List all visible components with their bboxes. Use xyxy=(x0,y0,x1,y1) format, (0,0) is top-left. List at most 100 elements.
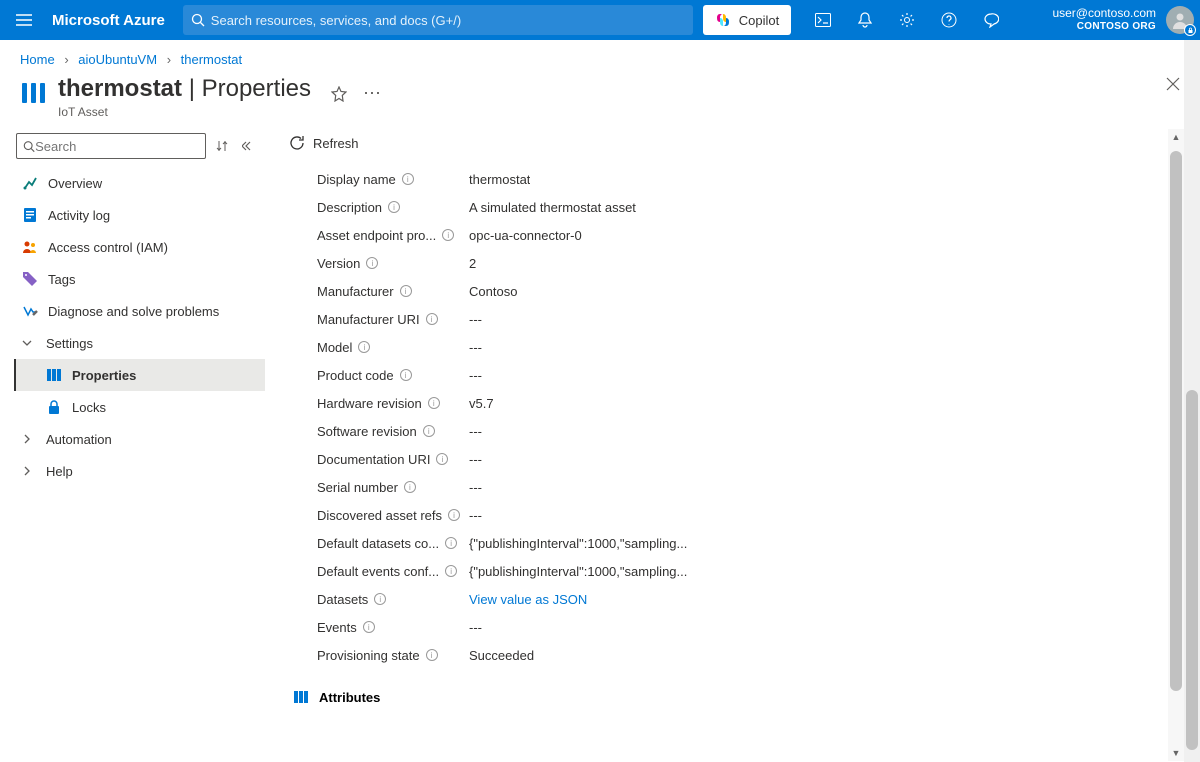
property-row: Default events conf...i{"publishingInter… xyxy=(317,557,1200,585)
property-row: Serial numberi--- xyxy=(317,473,1200,501)
property-value: --- xyxy=(469,340,482,355)
info-icon[interactable]: i xyxy=(445,565,457,577)
collapse-nav-button[interactable] xyxy=(238,137,258,155)
info-icon[interactable]: i xyxy=(358,341,370,353)
info-icon[interactable]: i xyxy=(428,397,440,409)
nav-tags[interactable]: Tags xyxy=(16,263,265,295)
user-text-block: user@contoso.com CONTOSO ORG xyxy=(1052,7,1156,32)
nav-group-label: Settings xyxy=(46,336,93,351)
property-row: Eventsi--- xyxy=(317,613,1200,641)
more-menu-button[interactable]: ⋯ xyxy=(363,83,382,104)
nav-group-help[interactable]: Help xyxy=(16,455,265,487)
outer-scrollbar-thumb[interactable] xyxy=(1186,390,1198,750)
property-label: Serial numberi xyxy=(317,480,469,495)
user-account[interactable]: user@contoso.com CONTOSO ORG xyxy=(1052,6,1200,34)
star-icon[interactable] xyxy=(331,86,347,102)
global-search[interactable] xyxy=(183,5,693,35)
property-row: Default datasets co...i{"publishingInter… xyxy=(317,529,1200,557)
chevron-down-icon xyxy=(22,338,36,348)
breadcrumb-item[interactable]: thermostat xyxy=(181,52,242,67)
inner-scrollbar-track[interactable]: ▲ ▼ xyxy=(1168,129,1184,761)
properties-icon xyxy=(46,367,62,383)
info-icon[interactable]: i xyxy=(448,509,460,521)
attributes-section-header: Attributes xyxy=(265,669,1200,705)
inner-scrollbar-thumb[interactable] xyxy=(1170,151,1182,691)
property-value: --- xyxy=(469,480,482,495)
property-value: 2 xyxy=(469,256,476,271)
info-icon[interactable]: i xyxy=(426,649,438,661)
nav-locks[interactable]: Locks xyxy=(16,391,265,423)
top-icon-group xyxy=(803,0,1011,40)
breadcrumb-item[interactable]: Home xyxy=(20,52,55,67)
nav-access-control[interactable]: Access control (IAM) xyxy=(16,231,265,263)
info-icon[interactable]: i xyxy=(402,173,414,185)
property-row: Versioni2 xyxy=(317,249,1200,277)
help-button[interactable] xyxy=(929,0,969,40)
info-icon[interactable]: i xyxy=(436,453,448,465)
property-label: Discovered asset refsi xyxy=(317,508,469,523)
info-icon[interactable]: i xyxy=(445,537,457,549)
nav-search-input[interactable] xyxy=(35,139,199,154)
global-search-input[interactable] xyxy=(205,13,685,28)
user-email: user@contoso.com xyxy=(1052,7,1156,21)
top-bar: Microsoft Azure Copilot user@contoso.com… xyxy=(0,0,1200,40)
property-value: --- xyxy=(469,368,482,383)
sort-button[interactable] xyxy=(212,136,232,156)
property-label: Product codei xyxy=(317,368,469,383)
nav-properties[interactable]: Properties xyxy=(14,359,265,391)
info-icon[interactable]: i xyxy=(426,313,438,325)
info-icon[interactable]: i xyxy=(423,425,435,437)
iot-asset-icon xyxy=(20,79,48,107)
outer-scrollbar-track[interactable] xyxy=(1184,40,1200,762)
info-icon[interactable]: i xyxy=(400,285,412,297)
info-icon[interactable]: i xyxy=(404,481,416,493)
notifications-button[interactable] xyxy=(845,0,885,40)
close-icon[interactable] xyxy=(1166,77,1180,91)
property-value: --- xyxy=(469,620,482,635)
info-icon[interactable]: i xyxy=(388,201,400,213)
copilot-button[interactable]: Copilot xyxy=(703,5,791,35)
breadcrumb-sep: › xyxy=(167,52,171,67)
info-icon[interactable]: i xyxy=(366,257,378,269)
property-row: DescriptioniA simulated thermostat asset xyxy=(317,193,1200,221)
overview-icon xyxy=(22,175,38,191)
access-control-icon xyxy=(22,239,38,255)
property-row: DatasetsiView value as JSON xyxy=(317,585,1200,613)
info-icon[interactable]: i xyxy=(442,229,454,241)
property-label: Datasetsi xyxy=(317,592,469,607)
scroll-down-icon[interactable]: ▼ xyxy=(1168,745,1184,761)
property-label: Software revisioni xyxy=(317,424,469,439)
nav-group-settings[interactable]: Settings xyxy=(16,327,265,359)
info-icon[interactable]: i xyxy=(400,369,412,381)
property-row: Manufacturer URIi--- xyxy=(317,305,1200,333)
property-row: Asset endpoint pro...iopc-ua-connector-0 xyxy=(317,221,1200,249)
nav-group-label: Help xyxy=(46,464,73,479)
nav-search[interactable] xyxy=(16,133,206,159)
settings-button[interactable] xyxy=(887,0,927,40)
attributes-label: Attributes xyxy=(319,690,380,705)
property-value[interactable]: View value as JSON xyxy=(469,592,587,607)
nav-activity-log[interactable]: Activity log xyxy=(16,199,265,231)
property-row: ManufactureriContoso xyxy=(317,277,1200,305)
nav-label: Tags xyxy=(48,272,75,287)
locks-icon xyxy=(46,399,62,415)
avatar[interactable] xyxy=(1166,6,1194,34)
property-label: Display namei xyxy=(317,172,469,187)
hamburger-menu[interactable] xyxy=(0,14,48,26)
properties-list: Display nameithermostatDescriptioniA sim… xyxy=(265,159,1200,669)
feedback-button[interactable] xyxy=(971,0,1011,40)
breadcrumb-item[interactable]: aioUbuntuVM xyxy=(78,52,157,67)
lock-badge-icon xyxy=(1184,24,1196,36)
cloud-shell-button[interactable] xyxy=(803,0,843,40)
nav-overview[interactable]: Overview xyxy=(16,167,265,199)
info-icon[interactable]: i xyxy=(374,593,386,605)
nav-group-automation[interactable]: Automation xyxy=(16,423,265,455)
property-value: {"publishingInterval":1000,"sampling... xyxy=(469,564,687,579)
scroll-up-icon[interactable]: ▲ xyxy=(1168,129,1184,145)
nav-diagnose[interactable]: Diagnose and solve problems xyxy=(16,295,265,327)
property-value: --- xyxy=(469,452,482,467)
toolbar-refresh[interactable]: Refresh xyxy=(265,129,1200,159)
property-label: Hardware revisioni xyxy=(317,396,469,411)
info-icon[interactable]: i xyxy=(363,621,375,633)
nav-label: Overview xyxy=(48,176,102,191)
